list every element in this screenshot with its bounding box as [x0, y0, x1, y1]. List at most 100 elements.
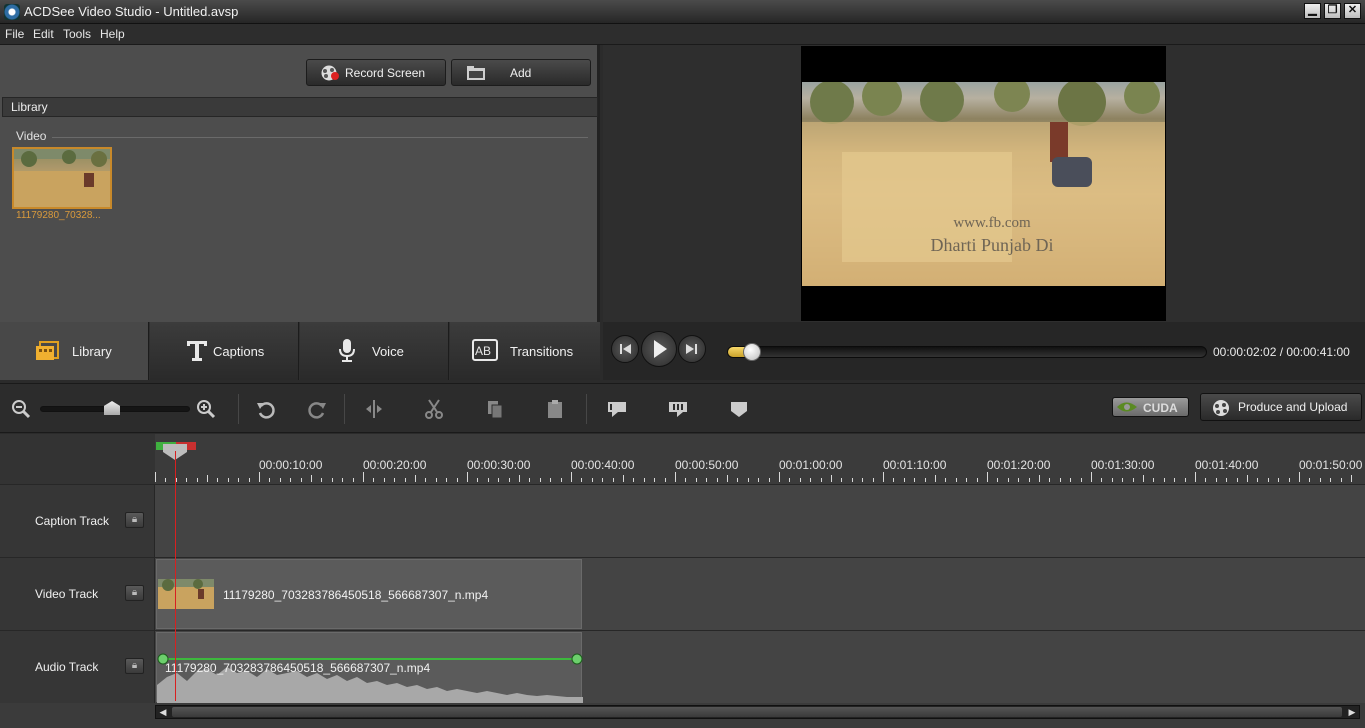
paste-button[interactable]	[544, 398, 566, 420]
ruler-tick	[799, 478, 801, 482]
ruler-tick	[477, 478, 479, 482]
lock-icon[interactable]: 🔒︎	[125, 512, 144, 528]
zoom-out-button[interactable]	[10, 398, 32, 420]
audio-clip[interactable]: 11179280_703283786450518_566687307_n.mp4	[156, 632, 583, 703]
menu-bar: File Edit Tools Help	[0, 24, 1365, 45]
ruler-tick	[602, 478, 604, 482]
ruler-tick	[1122, 478, 1124, 482]
video-clip-name: 11179280_703283786450518_566687307_n.mp4	[223, 588, 489, 602]
close-button[interactable]: ✕	[1344, 3, 1361, 19]
ruler-tick	[987, 472, 988, 482]
ruler-tick	[643, 478, 645, 482]
scroll-left-icon[interactable]: ◀	[156, 706, 170, 718]
video-clip[interactable]: 11179280_703283786450518_566687307_n.mp4	[156, 559, 582, 629]
split-button[interactable]	[363, 398, 385, 420]
record-screen-button[interactable]: Record Screen	[306, 59, 446, 86]
ruler-tick	[1195, 472, 1196, 482]
tab-transitions[interactable]: AB Transitions	[450, 322, 600, 380]
menu-tools[interactable]: Tools	[63, 27, 91, 41]
video-preview[interactable]: www.fb.com Dharti Punjab Di	[802, 82, 1165, 286]
ruler-tick	[997, 478, 999, 482]
ruler-tick	[862, 478, 864, 482]
ruler-tick	[820, 478, 822, 482]
menu-edit[interactable]: Edit	[33, 27, 54, 41]
add-label: Add	[510, 66, 532, 80]
timeline-ruler[interactable]: 00:00:10:00 00:00:20:00 00:00:30:00 00:0…	[155, 442, 1362, 482]
audio-track-body[interactable]: 11179280_703283786450518_566687307_n.mp4	[155, 631, 1365, 703]
tab-voice[interactable]: Voice	[300, 322, 449, 380]
marker-icon	[731, 402, 747, 417]
marker-right-button[interactable]	[667, 398, 689, 420]
menu-file[interactable]: File	[5, 27, 24, 41]
ruler-tick	[269, 478, 271, 482]
microphone-icon	[339, 339, 355, 362]
next-button[interactable]	[678, 335, 706, 363]
add-button[interactable]: Add	[451, 59, 591, 86]
produce-and-upload-label: Produce and Upload	[1238, 400, 1348, 414]
ruler-tick	[467, 472, 468, 482]
ruler-tick	[612, 478, 614, 482]
seek-bar[interactable]	[727, 343, 1207, 361]
ruler-tick	[1247, 475, 1248, 482]
scroll-right-icon[interactable]: ▶	[1345, 706, 1359, 718]
ruler-tick	[841, 478, 843, 482]
ruler-tick	[1288, 478, 1290, 482]
play-button[interactable]	[641, 331, 677, 367]
ruler-tick	[1278, 478, 1280, 482]
maximize-button[interactable]: ❐	[1324, 3, 1341, 19]
library-header: Library	[2, 97, 598, 117]
ruler-tick	[1049, 478, 1051, 482]
menu-help[interactable]: Help	[100, 27, 125, 41]
previous-button[interactable]	[611, 335, 639, 363]
zoom-slider-handle[interactable]	[104, 401, 120, 415]
lock-icon[interactable]: 🔒︎	[125, 585, 144, 601]
tab-captions[interactable]: Captions	[150, 322, 299, 380]
ruler-tick	[435, 478, 437, 482]
library-header-label: Library	[11, 100, 48, 114]
video-track: Video Track 🔒︎ 11179280_703283786450518_…	[0, 557, 1365, 630]
ruler-tick	[1236, 478, 1238, 482]
video-track-body[interactable]: 11179280_703283786450518_566687307_n.mp4	[155, 558, 1365, 630]
ruler-tick	[1070, 478, 1072, 482]
ruler-tick	[300, 478, 302, 482]
marker-left-button[interactable]	[606, 398, 628, 420]
caption-track-body[interactable]	[155, 485, 1365, 557]
ruler-label: 00:00:40:00	[571, 458, 635, 472]
copy-button[interactable]	[484, 398, 506, 420]
preview-panel: www.fb.com Dharti Punjab Di	[603, 45, 1365, 322]
ruler-tick	[716, 478, 718, 482]
zoom-in-button[interactable]	[195, 398, 217, 420]
ruler-tick	[924, 478, 926, 482]
ruler-tick	[550, 478, 552, 482]
ruler-tick	[1163, 478, 1165, 482]
transport-bar: 00:00:02:02 / 00:00:41:00	[603, 322, 1365, 380]
ruler-tick	[810, 478, 812, 482]
track-header: Video Track 🔒︎	[0, 558, 155, 630]
tab-library[interactable]: Library	[0, 322, 149, 380]
ruler-tick	[1039, 475, 1040, 482]
produce-and-upload-button[interactable]: Produce and Upload	[1200, 393, 1362, 421]
scrollbar-thumb[interactable]	[172, 707, 1342, 717]
ruler-tick	[914, 478, 916, 482]
add-marker-button[interactable]	[728, 398, 750, 420]
ruler-tick	[331, 478, 333, 482]
ruler-tick	[383, 478, 385, 482]
minimize-button[interactable]: ▁	[1304, 3, 1321, 19]
seek-handle[interactable]	[743, 343, 761, 361]
ruler-label: 00:00:30:00	[467, 458, 531, 472]
lock-icon[interactable]: 🔒︎	[125, 658, 144, 674]
ruler-tick	[768, 478, 770, 482]
cut-button[interactable]	[423, 398, 445, 420]
ruler-tick	[394, 478, 396, 482]
redo-button[interactable]	[306, 398, 328, 420]
ruler-tick	[227, 478, 229, 482]
zoom-slider[interactable]	[40, 401, 190, 415]
undo-icon	[257, 402, 275, 419]
video-section-label: Video	[16, 129, 47, 143]
timeline-scrollbar[interactable]: ◀ ▶	[155, 705, 1360, 719]
library-video-thumbnail[interactable]	[12, 147, 112, 209]
ruler-tick	[539, 478, 541, 482]
ruler-tick	[519, 475, 520, 482]
ruler-tick	[165, 478, 167, 482]
undo-button[interactable]	[255, 398, 277, 420]
